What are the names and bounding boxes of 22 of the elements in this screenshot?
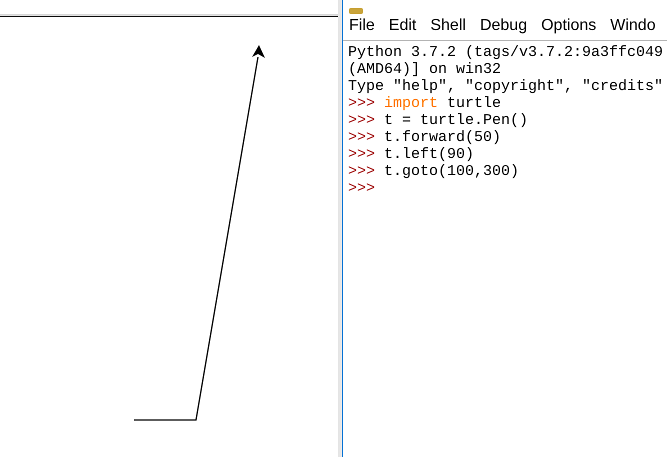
menu-item[interactable]: File [349,17,375,35]
menu-item[interactable]: Shell [430,17,466,35]
keyword-text: import [384,95,438,112]
shell-output-line: Type "help", "copyright", "credits" [348,78,664,95]
shell-output-line: (AMD64)] on win32 [348,61,502,78]
shell-output-line: Python 3.7.2 (tags/v3.7.2:9a3ffc049 [348,44,664,61]
shell-text-area[interactable]: Python 3.7.2 (tags/v3.7.2:9a3ffc049 (AMD64)] on win32 Type "help", "copyright", "credits" >>> import turtle >>> t = turtle.Pen() >>> t.forward(50) >>> t.left(90) >>> t.goto(100,300) >>> [343,41,667,457]
prompt-text: >>> [348,146,376,163]
code-text: t.forward(50) [384,129,502,146]
menu-item[interactable]: Windo [610,17,656,35]
code-text: turtle [446,95,502,112]
menu-item[interactable]: Options [541,17,596,35]
code-text: t.left(90) [384,146,474,163]
code-text: t.goto(100,300) [384,163,520,180]
menu-item[interactable]: Edit [388,17,416,35]
prompt-text: >>> [348,112,376,129]
prompt-text: >>> [348,180,376,197]
prompt-text: >>> [348,163,376,180]
prompt-text: >>> [348,129,376,146]
menu-item[interactable]: Debug [480,17,528,35]
prompt-text: >>> [348,95,376,112]
code-text: t = turtle.Pen() [384,112,528,129]
